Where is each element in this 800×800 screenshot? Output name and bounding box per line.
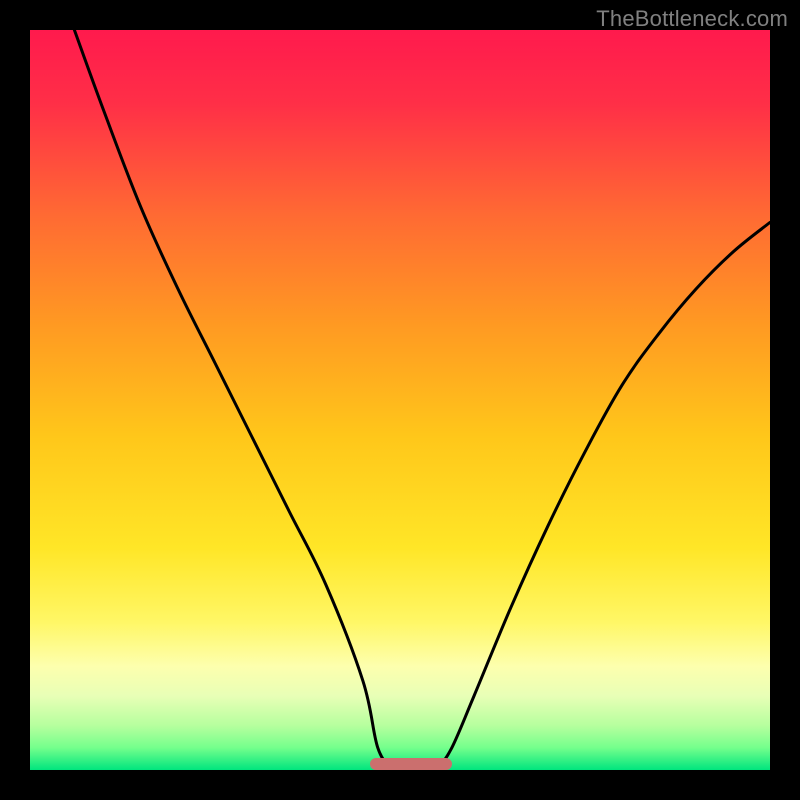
optimal-range-marker xyxy=(370,758,451,770)
chart-frame: TheBottleneck.com xyxy=(0,0,800,800)
watermark-text: TheBottleneck.com xyxy=(596,6,788,32)
bottleneck-curve xyxy=(30,30,770,770)
plot-area xyxy=(30,30,770,770)
